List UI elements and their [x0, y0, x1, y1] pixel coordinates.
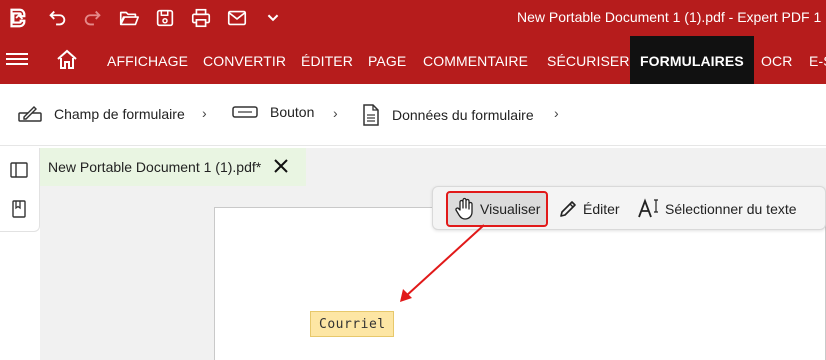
- visualiser-button[interactable]: Visualiser: [445, 191, 549, 227]
- menu-page[interactable]: PAGE: [368, 36, 406, 84]
- save-icon[interactable]: [152, 5, 178, 31]
- email-icon[interactable]: [224, 5, 250, 31]
- view-mode-toolbar: Visualiser Éditer Sélectionner du texte: [432, 186, 826, 230]
- menu-securiser[interactable]: SÉCURISER: [547, 36, 630, 84]
- undo-icon[interactable]: [44, 5, 70, 31]
- email-form-field[interactable]: Courriel: [310, 311, 394, 337]
- home-icon[interactable]: [55, 48, 79, 72]
- menu-ocr[interactable]: OCR: [761, 36, 792, 84]
- document-area: New Portable Document 1 (1).pdf*: [40, 148, 826, 360]
- window-title: New Portable Document 1 (1).pdf - Expert…: [517, 9, 822, 25]
- button-tool-button[interactable]: Bouton: [232, 104, 314, 120]
- form-field-icon: [18, 106, 42, 122]
- redo-icon[interactable]: [80, 5, 106, 31]
- select-text-label: Sélectionner du texte: [665, 201, 797, 217]
- menu-editer[interactable]: ÉDITER: [301, 36, 353, 84]
- menu-formulaires[interactable]: FORMULAIRES: [630, 36, 754, 84]
- hand-icon: [455, 197, 473, 220]
- document-tab[interactable]: New Portable Document 1 (1).pdf*: [40, 148, 306, 186]
- chevron-right-icon: ›: [554, 105, 559, 121]
- text-cursor-icon: [638, 198, 658, 218]
- bookmark-icon[interactable]: [10, 200, 28, 218]
- menu-bar: AFFICHAGE CONVERTIR ÉDITER PAGE COMMENTA…: [0, 36, 826, 84]
- left-panel-rail: [0, 148, 40, 232]
- document-tab-title: New Portable Document 1 (1).pdf*: [48, 159, 262, 175]
- select-text-button[interactable]: Sélectionner du texte: [637, 193, 797, 225]
- forms-toolbar: Champ de formulaire › Bouton › Données d…: [0, 84, 826, 146]
- button-icon: [232, 106, 258, 118]
- form-data-icon: [363, 104, 379, 126]
- menu-convertir[interactable]: CONVERTIR: [203, 36, 286, 84]
- close-icon[interactable]: [272, 156, 290, 176]
- chevron-right-icon: ›: [202, 105, 207, 121]
- form-field-label: Champ de formulaire: [54, 106, 185, 122]
- pencil-icon: [560, 201, 576, 217]
- app-logo-icon[interactable]: [4, 5, 30, 31]
- menu-affichage[interactable]: AFFICHAGE: [107, 36, 188, 84]
- hamburger-menu-icon[interactable]: [6, 50, 28, 70]
- open-folder-icon[interactable]: [116, 5, 142, 31]
- form-data-label: Données du formulaire: [392, 107, 534, 123]
- editer-button[interactable]: Éditer: [557, 193, 620, 225]
- visualiser-label: Visualiser: [480, 201, 541, 217]
- button-tool-label: Bouton: [270, 104, 315, 120]
- menu-e-signature[interactable]: E-S: [809, 36, 826, 84]
- menu-commentaire[interactable]: COMMENTAIRE: [423, 36, 528, 84]
- chevron-down-icon[interactable]: [260, 5, 286, 31]
- form-data-button[interactable]: Données du formulaire: [362, 104, 534, 126]
- editer-label: Éditer: [583, 201, 620, 217]
- title-bar: New Portable Document 1 (1).pdf - Expert…: [0, 0, 826, 36]
- print-icon[interactable]: [188, 5, 214, 31]
- form-field-button[interactable]: Champ de formulaire: [18, 104, 185, 124]
- chevron-right-icon: ›: [333, 105, 338, 121]
- panel-toggle-icon[interactable]: [10, 161, 28, 179]
